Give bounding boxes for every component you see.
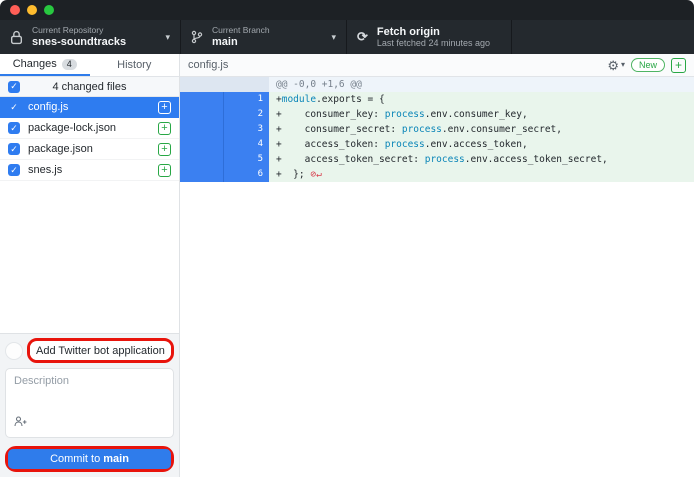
old-line-number-gutter[interactable] (180, 92, 224, 107)
diff-line-content: + access_token: process.env.access_token… (269, 137, 694, 152)
changes-count-badge: 4 (62, 59, 77, 70)
new-line-number-gutter[interactable]: 6 (224, 167, 269, 182)
diff-line-content: +module.exports = { (269, 92, 694, 107)
diff-added-line[interactable]: 6+ }; ⊘↵ (180, 167, 694, 182)
file-added-status-icon: + (158, 122, 171, 135)
tab-changes[interactable]: Changes 4 (0, 54, 90, 76)
close-window-button[interactable] (10, 5, 20, 15)
new-line-number-gutter[interactable]: 2 (224, 107, 269, 122)
sidebar-tabs: Changes 4 History (0, 54, 179, 77)
file-row[interactable]: ✓ package-lock.json + (0, 118, 179, 139)
fetch-origin-subtitle: Last fetched 24 minutes ago (377, 38, 501, 48)
select-all-checkbox[interactable]: ✓ (8, 81, 20, 93)
file-row[interactable]: ✓ snes.js + (0, 160, 179, 181)
old-line-number-gutter[interactable] (180, 167, 224, 182)
commit-summary-input[interactable] (30, 342, 171, 360)
diff-line-content: @@ -0,0 +1,6 @@ (269, 77, 694, 92)
file-name: package.json (28, 143, 150, 155)
commit-description-input[interactable] (6, 369, 173, 419)
file-status-badge: New (631, 58, 665, 73)
diff-line-content: + }; ⊘↵ (269, 167, 694, 182)
file-checkbox[interactable]: ✓ (8, 122, 20, 134)
file-checkbox[interactable]: ✓ (8, 143, 20, 155)
commit-form: Commit to main (0, 333, 179, 477)
file-name: config.js (28, 101, 150, 113)
new-line-number-gutter[interactable]: 3 (224, 122, 269, 137)
tab-changes-label: Changes (13, 58, 57, 70)
old-line-number-gutter[interactable] (180, 107, 224, 122)
add-to-diff-button[interactable]: + (671, 58, 686, 73)
current-branch-label: Current Branch (212, 26, 325, 36)
file-added-status-icon: + (158, 101, 171, 114)
sidebar: Changes 4 History 4 changed files ✓ ✓ con… (0, 54, 180, 477)
current-repository-label: Current Repository (32, 26, 159, 36)
app-window: Current Repository snes-soundtracks ▾ Cu… (0, 0, 694, 477)
lock-icon (10, 30, 23, 45)
diff-hunk-header-row[interactable]: @@ -0,0 +1,6 @@ (180, 77, 694, 92)
new-line-number-gutter[interactable]: 1 (224, 92, 269, 107)
minimize-window-button[interactable] (27, 5, 37, 15)
add-coauthor-icon[interactable] (14, 414, 27, 432)
diff-added-line[interactable]: 2+ consumer_key: process.env.consumer_ke… (180, 107, 694, 122)
diff-file-name: config.js (188, 59, 607, 71)
file-name: snes.js (28, 164, 150, 176)
chevron-down-icon: ▾ (621, 61, 625, 69)
changed-files-count: 4 changed files (0, 81, 179, 93)
diff-pane: config.js ⚙▾ New + @@ -0,0 +1,6 @@1+modu… (180, 54, 694, 477)
fetch-origin-button[interactable]: ⟳ Fetch origin Last fetched 24 minutes a… (347, 20, 512, 54)
annotation-highlight-commit-button: Commit to main (5, 446, 174, 472)
commit-button[interactable]: Commit to main (8, 449, 171, 469)
branch-icon (191, 30, 203, 44)
avatar (5, 342, 23, 360)
commit-description-box (5, 368, 174, 438)
file-checkbox[interactable]: ✓ (8, 101, 20, 113)
file-row[interactable]: ✓ package.json + (0, 139, 179, 160)
current-repository-value: snes-soundtracks (32, 36, 159, 49)
diff-added-line[interactable]: 4+ access_token: process.env.access_toke… (180, 137, 694, 152)
diff-line-content: + consumer_secret: process.env.consumer_… (269, 122, 694, 137)
file-name: package-lock.json (28, 122, 150, 134)
file-added-status-icon: + (158, 143, 171, 156)
file-checkbox[interactable]: ✓ (8, 164, 20, 176)
diff-header: config.js ⚙▾ New + (180, 54, 694, 77)
current-branch-button[interactable]: Current Branch main ▾ (181, 20, 347, 54)
fetch-origin-title: Fetch origin (377, 26, 501, 39)
diff-added-line[interactable]: 3+ consumer_secret: process.env.consumer… (180, 122, 694, 137)
diff-options-button[interactable]: ⚙▾ (607, 59, 625, 72)
new-line-number-gutter[interactable] (224, 77, 269, 92)
annotation-highlight-summary (27, 338, 174, 363)
gear-icon: ⚙ (607, 59, 619, 72)
chevron-down-icon: ▾ (165, 32, 170, 43)
zoom-window-button[interactable] (44, 5, 54, 15)
diff-added-line[interactable]: 5+ access_token_secret: process.env.acce… (180, 152, 694, 167)
tab-history[interactable]: History (90, 54, 180, 76)
old-line-number-gutter[interactable] (180, 137, 224, 152)
toolbar: Current Repository snes-soundtracks ▾ Cu… (0, 20, 694, 54)
tab-history-label: History (117, 59, 151, 71)
sync-icon: ⟳ (357, 29, 368, 45)
new-line-number-gutter[interactable]: 5 (224, 152, 269, 167)
changed-file-list: ✓ config.js + ✓ package-lock.json + ✓ package.j… (0, 97, 179, 333)
chevron-down-icon: ▾ (331, 32, 336, 43)
titlebar (0, 0, 694, 20)
old-line-number-gutter[interactable] (180, 77, 224, 92)
toolbar-spacer (512, 20, 694, 54)
old-line-number-gutter[interactable] (180, 152, 224, 167)
file-row[interactable]: ✓ config.js + (0, 97, 179, 118)
diff-line-content: + consumer_key: process.env.consumer_key… (269, 107, 694, 122)
file-added-status-icon: + (158, 164, 171, 177)
diff-view: @@ -0,0 +1,6 @@1+module.exports = {2+ co… (180, 77, 694, 477)
select-all-row[interactable]: 4 changed files ✓ (0, 77, 179, 97)
diff-line-content: + access_token_secret: process.env.acces… (269, 152, 694, 167)
current-branch-value: main (212, 36, 325, 49)
current-repository-button[interactable]: Current Repository snes-soundtracks ▾ (0, 20, 181, 54)
diff-added-line[interactable]: 1+module.exports = { (180, 92, 694, 107)
old-line-number-gutter[interactable] (180, 122, 224, 137)
new-line-number-gutter[interactable]: 4 (224, 137, 269, 152)
